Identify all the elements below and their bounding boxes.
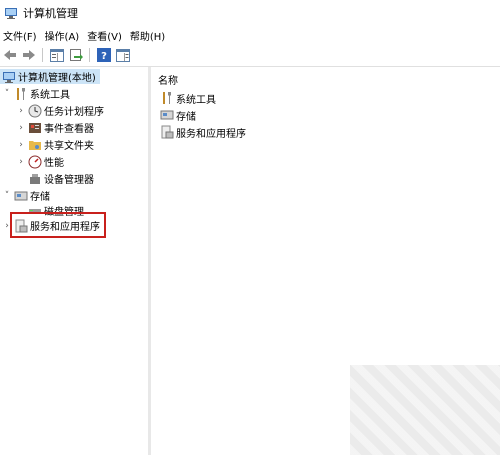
list-item-label: 系统工具	[176, 94, 216, 106]
menu-help[interactable]: 帮助(H)	[127, 28, 170, 43]
tools-icon	[163, 92, 171, 104]
watermark-blur	[350, 365, 500, 455]
help-button[interactable]: ?	[95, 46, 113, 64]
tree-item-task-scheduler[interactable]: › 任务计划程序	[16, 103, 104, 118]
tree-item-label: 设备管理器	[44, 175, 94, 186]
tree-item-label: 存储	[30, 192, 50, 203]
list-item-services-and-applications[interactable]: 服务和应用程序	[158, 125, 246, 140]
back-button[interactable]	[1, 46, 19, 64]
menu-file[interactable]: 文件(F)	[0, 28, 42, 43]
back-arrow-icon	[4, 50, 16, 60]
forward-button[interactable]	[20, 46, 38, 64]
tree-item-label: 计算机管理(本地)	[18, 73, 96, 84]
tree-item-computer-management[interactable]: 计算机管理(本地)	[0, 69, 100, 84]
list-item-system-tools[interactable]: 系统工具	[158, 91, 216, 106]
title-bar: 计算机管理	[0, 0, 500, 26]
computer-management-window: 计算机管理 文件(F) 操作(A) 查看(V) 帮助(H) ? 计算机管理(本地…	[0, 0, 500, 455]
collapse-icon[interactable]: ˅	[2, 191, 12, 201]
computer-management-icon	[5, 8, 17, 19]
action-pane-icon	[116, 48, 130, 62]
forward-arrow-icon	[23, 50, 35, 60]
console-tree-pane[interactable]: 计算机管理(本地) ˅ 系统工具 › 任务计划程序 › 事件查看器 › 共享文件…	[0, 67, 149, 455]
shared-folder-icon	[29, 140, 41, 150]
collapse-icon[interactable]: ˅	[2, 89, 12, 99]
tree-item-device-manager[interactable]: 设备管理器	[16, 171, 94, 186]
tools-icon	[17, 87, 25, 100]
window-title: 计算机管理	[23, 7, 78, 20]
export-list-button[interactable]	[67, 46, 85, 64]
menu-view[interactable]: 查看(V)	[84, 28, 127, 43]
tree-item-label: 任务计划程序	[44, 107, 104, 118]
computer-management-icon	[3, 71, 15, 83]
services-icon	[161, 125, 174, 139]
menu-bar: 文件(F) 操作(A) 查看(V) 帮助(H)	[0, 26, 500, 44]
tree-item-label: 系统工具	[30, 90, 70, 101]
list-item-label: 存储	[176, 111, 196, 123]
tree-item-label: 事件查看器	[44, 124, 94, 135]
svg-text:?: ?	[101, 51, 107, 62]
tree-item-performance[interactable]: › 性能	[16, 154, 64, 169]
expand-icon[interactable]: ›	[16, 123, 26, 133]
toolbar-separator	[42, 48, 43, 62]
toolbar: ?	[0, 44, 500, 67]
expand-icon[interactable]: ›	[16, 106, 26, 116]
storage-icon	[160, 110, 174, 120]
list-item-label: 服务和应用程序	[176, 128, 246, 140]
list-item-storage[interactable]: 存储	[158, 108, 196, 123]
tree-item-label: 性能	[44, 158, 64, 169]
tree-item-system-tools[interactable]: ˅ 系统工具	[2, 86, 70, 101]
pane-splitter[interactable]	[148, 67, 151, 455]
event-viewer-icon	[29, 122, 41, 133]
tree-item-shared-folders[interactable]: › 共享文件夹	[16, 137, 94, 153]
storage-icon	[14, 191, 28, 200]
column-header-name[interactable]: 名称	[158, 72, 178, 87]
device-manager-icon	[30, 173, 40, 184]
show-action-pane-button[interactable]	[114, 46, 132, 64]
tree-item-event-viewer[interactable]: › 事件查看器	[16, 120, 94, 135]
clock-icon	[28, 104, 42, 117]
expand-icon[interactable]: ›	[16, 140, 26, 150]
export-list-icon	[70, 49, 83, 61]
menu-action[interactable]: 操作(A)	[42, 28, 85, 43]
tree-item-label: 共享文件夹	[44, 141, 94, 152]
toolbar-separator	[89, 48, 90, 62]
console-tree-icon	[50, 48, 64, 62]
details-pane[interactable]: 名称 系统工具 存储 服务和应用程序	[152, 67, 500, 455]
highlight-box	[10, 212, 106, 238]
expand-icon[interactable]: ›	[16, 157, 26, 167]
show-hide-tree-button[interactable]	[48, 46, 66, 64]
help-icon: ?	[97, 48, 111, 62]
tree-item-storage[interactable]: ˅ 存储	[2, 188, 50, 204]
performance-icon	[28, 155, 42, 168]
